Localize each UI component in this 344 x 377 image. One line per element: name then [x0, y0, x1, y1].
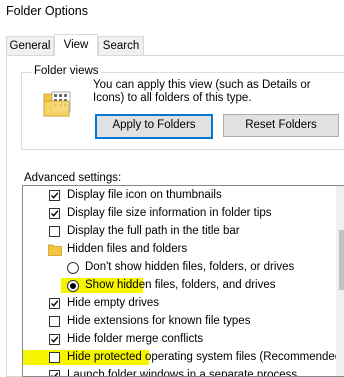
checkbox[interactable] — [49, 190, 60, 201]
list-item-label: Don't show hidden files, folders, or dri… — [85, 261, 295, 273]
list-item-label: Hide protected operating system files (R… — [67, 351, 344, 363]
advanced-settings-label: Advanced settings: — [24, 172, 122, 184]
checkbox[interactable] — [49, 334, 60, 345]
list-item-label: Hidden files and folders — [67, 243, 188, 255]
folder-views-icon — [43, 88, 73, 118]
apply-to-folders-button[interactable]: Apply to Folders — [95, 114, 213, 139]
list-item-label: Hide empty drives — [67, 297, 160, 309]
tab-view[interactable]: View — [54, 34, 98, 56]
folder-views-description: You can apply this view (such as Details… — [93, 79, 311, 104]
list-item[interactable]: Hide empty drives — [23, 295, 333, 313]
reset-folders-button[interactable]: Reset Folders — [223, 114, 339, 137]
list-item-folder: Hidden files and folders — [23, 241, 333, 259]
list-item[interactable]: Launch folder windows in a separate proc… — [23, 367, 333, 377]
checkbox[interactable] — [49, 370, 60, 376]
list-item[interactable]: Hide protected operating system files (R… — [23, 349, 344, 367]
list-item[interactable]: Display file icon on thumbnails — [23, 187, 333, 205]
list-item-label: Hide extensions for known file types — [67, 315, 251, 327]
checkbox[interactable] — [49, 208, 60, 219]
radio-button[interactable] — [67, 262, 79, 274]
list-item-label: Show hidden files, folders, and drives — [85, 279, 276, 291]
folder-icon — [48, 244, 62, 256]
folder-views-legend: Folder views — [32, 65, 101, 77]
list-item[interactable]: Hide folder merge conflicts — [23, 331, 333, 349]
tab-search[interactable]: Search — [98, 36, 144, 55]
list-item-label: Display file icon on thumbnails — [67, 189, 222, 201]
vertical-scrollbar[interactable] — [336, 186, 344, 376]
tab-strip: General View Search — [6, 34, 344, 56]
scrollbar-thumb[interactable] — [339, 230, 344, 290]
list-item[interactable]: Display file size information in folder … — [23, 205, 333, 223]
advanced-settings-list[interactable]: Display file icon on thumbnails Display … — [22, 185, 344, 377]
checkbox[interactable] — [49, 352, 60, 363]
checkbox[interactable] — [49, 226, 60, 237]
list-item-label: Hide folder merge conflicts — [67, 333, 204, 345]
tab-general[interactable]: General — [6, 36, 54, 55]
list-item[interactable]: Display the full path in the title bar — [23, 223, 333, 241]
list-item[interactable]: Don't show hidden files, folders, or dri… — [23, 259, 333, 277]
checkbox[interactable] — [49, 316, 60, 327]
window-title: Folder Options — [6, 4, 88, 18]
list-item-label: Launch folder windows in a separate proc… — [67, 369, 298, 377]
list-item[interactable]: Show hidden files, folders, and drives — [23, 277, 333, 295]
checkbox[interactable] — [49, 298, 60, 309]
radio-button[interactable] — [67, 280, 79, 292]
list-item[interactable]: Hide extensions for known file types — [23, 313, 333, 331]
list-item-label: Display the full path in the title bar — [67, 225, 240, 237]
list-item-label: Display file size information in folder … — [67, 207, 272, 219]
